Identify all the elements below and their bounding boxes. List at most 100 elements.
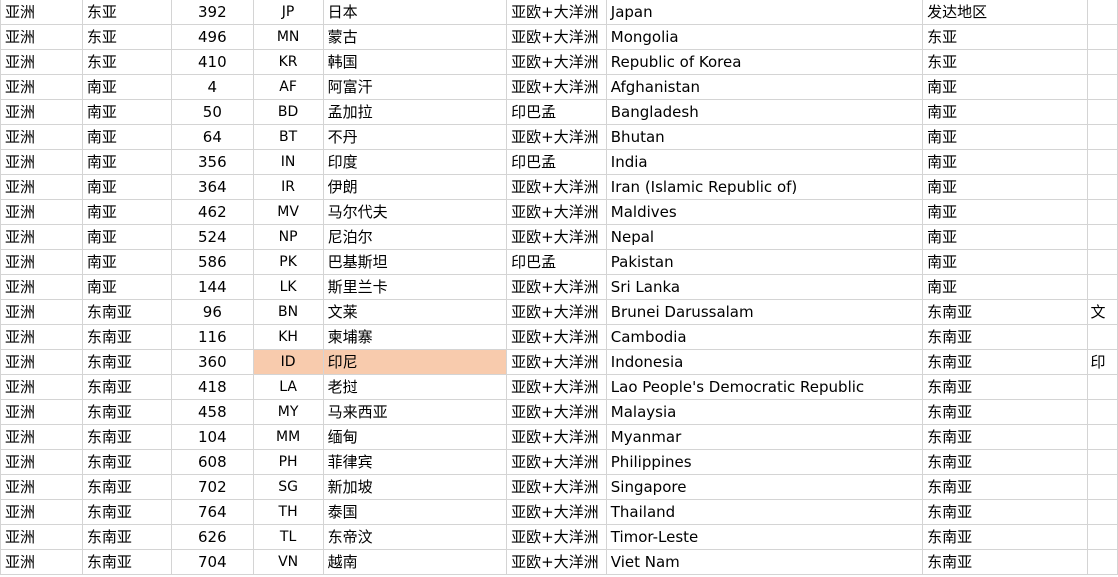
cell-continent[interactable]: 亚洲	[0, 174, 83, 200]
cell-continent[interactable]: 亚洲	[0, 424, 83, 450]
cell-region[interactable]: 东亚	[81, 24, 173, 50]
cell-numeric-code[interactable]: 462	[171, 199, 254, 225]
cell-continent[interactable]: 亚洲	[0, 549, 83, 575]
cell-continent[interactable]: 亚洲	[0, 0, 83, 25]
cell-numeric-code[interactable]: 116	[171, 324, 254, 350]
cell-category[interactable]: 南亚	[922, 149, 1089, 175]
cell-group[interactable]: 亚欧+大洋洲	[506, 24, 607, 50]
cell-overflow[interactable]	[1087, 24, 1118, 50]
cell-category[interactable]: 东南亚	[922, 374, 1089, 400]
cell-continent[interactable]: 亚洲	[0, 49, 83, 75]
cell-country-name-zh[interactable]: 菲律宾	[322, 449, 508, 475]
cell-region[interactable]: 南亚	[81, 124, 173, 150]
cell-overflow[interactable]	[1087, 474, 1118, 500]
cell-country-code[interactable]: IR	[252, 174, 324, 200]
cell-region[interactable]: 南亚	[81, 99, 173, 125]
cell-numeric-code[interactable]: 104	[171, 424, 254, 450]
cell-country-name-zh[interactable]: 巴基斯坦	[322, 249, 508, 275]
cell-overflow[interactable]	[1087, 49, 1118, 75]
cell-continent[interactable]: 亚洲	[0, 374, 83, 400]
cell-continent[interactable]: 亚洲	[0, 24, 83, 50]
cell-continent[interactable]: 亚洲	[0, 249, 83, 275]
cell-region[interactable]: 东南亚	[81, 349, 173, 375]
cell-country-name-en[interactable]: Nepal	[605, 224, 924, 250]
cell-numeric-code[interactable]: 586	[171, 249, 254, 275]
cell-country-name-zh[interactable]: 印度	[322, 149, 508, 175]
cell-region[interactable]: 东南亚	[81, 474, 173, 500]
cell-country-code[interactable]: MY	[252, 399, 324, 425]
cell-country-name-zh[interactable]: 伊朗	[322, 174, 508, 200]
cell-region[interactable]: 东亚	[81, 0, 173, 25]
cell-region[interactable]: 南亚	[81, 149, 173, 175]
cell-overflow[interactable]	[1087, 524, 1118, 550]
cell-numeric-code[interactable]: 608	[171, 449, 254, 475]
cell-overflow[interactable]	[1087, 99, 1118, 125]
cell-country-name-zh[interactable]: 马来西亚	[322, 399, 508, 425]
cell-continent[interactable]: 亚洲	[0, 224, 83, 250]
cell-country-name-zh[interactable]: 缅甸	[322, 424, 508, 450]
cell-country-code[interactable]: KR	[252, 49, 324, 75]
cell-country-code[interactable]: IN	[252, 149, 324, 175]
cell-country-code[interactable]: BT	[252, 124, 324, 150]
cell-category[interactable]: 东南亚	[922, 549, 1089, 575]
cell-country-name-en[interactable]: Brunei Darussalam	[605, 299, 924, 325]
cell-region[interactable]: 东南亚	[81, 374, 173, 400]
cell-country-name-en[interactable]: Philippines	[605, 449, 924, 475]
cell-country-name-zh[interactable]: 日本	[322, 0, 508, 25]
cell-country-name-en[interactable]: India	[605, 149, 924, 175]
cell-country-name-zh[interactable]: 斯里兰卡	[322, 274, 508, 300]
cell-continent[interactable]: 亚洲	[0, 499, 83, 525]
cell-country-code[interactable]: LK	[252, 274, 324, 300]
cell-country-name-en[interactable]: Iran (Islamic Republic of)	[605, 174, 924, 200]
cell-numeric-code[interactable]: 50	[171, 99, 254, 125]
cell-group[interactable]: 亚欧+大洋洲	[506, 299, 607, 325]
cell-numeric-code[interactable]: 364	[171, 174, 254, 200]
cell-group[interactable]: 亚欧+大洋洲	[506, 224, 607, 250]
cell-country-code[interactable]: BN	[252, 299, 324, 325]
cell-country-name-en[interactable]: Japan	[605, 0, 924, 25]
cell-country-code[interactable]: BD	[252, 99, 324, 125]
cell-overflow[interactable]	[1087, 374, 1118, 400]
cell-country-name-en[interactable]: Thailand	[605, 499, 924, 525]
cell-overflow[interactable]	[1087, 149, 1118, 175]
cell-group[interactable]: 亚欧+大洋洲	[506, 449, 607, 475]
cell-group[interactable]: 亚欧+大洋洲	[506, 74, 607, 100]
cell-overflow[interactable]	[1087, 199, 1118, 225]
cell-category[interactable]: 东南亚	[922, 299, 1089, 325]
cell-country-name-zh[interactable]: 马尔代夫	[322, 199, 508, 225]
cell-country-code[interactable]: MM	[252, 424, 324, 450]
cell-country-name-en[interactable]: Maldives	[605, 199, 924, 225]
cell-category[interactable]: 南亚	[922, 174, 1089, 200]
cell-category[interactable]: 南亚	[922, 199, 1089, 225]
cell-country-name-en[interactable]: Malaysia	[605, 399, 924, 425]
cell-overflow[interactable]	[1087, 499, 1118, 525]
cell-country-name-zh[interactable]: 孟加拉	[322, 99, 508, 125]
cell-overflow[interactable]	[1087, 449, 1118, 475]
cell-overflow[interactable]	[1087, 324, 1118, 350]
cell-numeric-code[interactable]: 410	[171, 49, 254, 75]
cell-continent[interactable]: 亚洲	[0, 199, 83, 225]
cell-group[interactable]: 亚欧+大洋洲	[506, 274, 607, 300]
cell-region[interactable]: 南亚	[81, 249, 173, 275]
cell-continent[interactable]: 亚洲	[0, 74, 83, 100]
cell-country-name-en[interactable]: Viet Nam	[605, 549, 924, 575]
cell-category[interactable]: 东亚	[922, 49, 1089, 75]
cell-numeric-code[interactable]: 764	[171, 499, 254, 525]
cell-country-name-en[interactable]: Republic of Korea	[605, 49, 924, 75]
cell-group[interactable]: 亚欧+大洋洲	[506, 349, 607, 375]
cell-continent[interactable]: 亚洲	[0, 349, 83, 375]
cell-category[interactable]: 南亚	[922, 74, 1089, 100]
cell-numeric-code[interactable]: 360	[171, 349, 254, 375]
cell-group[interactable]: 亚欧+大洋洲	[506, 524, 607, 550]
cell-category[interactable]: 东南亚	[922, 399, 1089, 425]
cell-country-name-zh[interactable]: 蒙古	[322, 24, 508, 50]
cell-group[interactable]: 亚欧+大洋洲	[506, 174, 607, 200]
cell-group[interactable]: 印巴孟	[506, 149, 607, 175]
cell-region[interactable]: 南亚	[81, 199, 173, 225]
cell-overflow[interactable]	[1087, 399, 1118, 425]
cell-numeric-code[interactable]: 64	[171, 124, 254, 150]
cell-country-code[interactable]: TH	[252, 499, 324, 525]
cell-country-code[interactable]: AF	[252, 74, 324, 100]
cell-region[interactable]: 东南亚	[81, 449, 173, 475]
cell-country-code[interactable]: KH	[252, 324, 324, 350]
